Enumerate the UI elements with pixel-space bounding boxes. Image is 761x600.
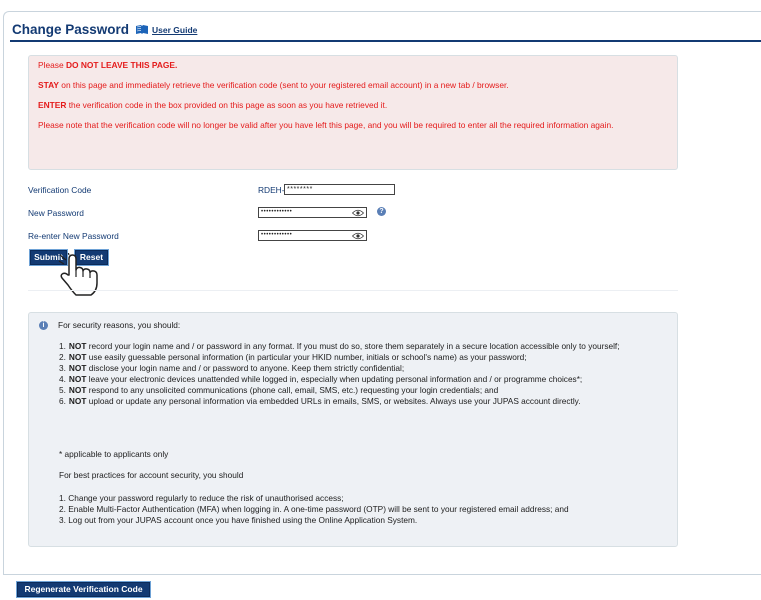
rule-text: NOT leave your electronic devices unatte…: [66, 374, 582, 385]
reenter-password-label: Re-enter New Password: [28, 231, 119, 241]
warning-line-1: Please DO NOT LEAVE THIS PAGE.: [38, 60, 668, 71]
rule-number: 3.: [59, 363, 66, 373]
rule-number: 6.: [59, 396, 66, 406]
new-password-label: New Password: [28, 208, 84, 218]
security-intro: For security reasons, you should:: [58, 320, 181, 330]
warning-box: Please DO NOT LEAVE THIS PAGE. STAY on t…: [28, 55, 678, 170]
best-practices-intro: For best practices for account security,…: [59, 470, 244, 480]
best-practice-item: 1. Change your password regularly to red…: [59, 493, 344, 503]
security-rule: 2. NOT use easily guessable personal info…: [59, 352, 671, 363]
rule-bold: NOT: [68, 341, 87, 351]
rule-bold: NOT: [68, 396, 87, 406]
security-rule: 3. NOT disclose your login name and / or …: [59, 363, 671, 374]
pointer-hand-icon: [58, 253, 98, 296]
warning-line-3-bold: ENTER: [38, 100, 67, 110]
verification-code-label: Verification Code: [28, 185, 92, 195]
rule-bold: NOT: [68, 363, 87, 373]
rule-text: NOT upload or update any personal inform…: [66, 396, 581, 407]
book-icon[interactable]: [135, 24, 149, 35]
rule-bold: NOT: [68, 374, 87, 384]
security-rules-list: 1. NOT record your login name and / or pa…: [59, 341, 671, 407]
rule-text: NOT record your login name and / or pass…: [66, 341, 620, 352]
user-guide-link[interactable]: User Guide: [152, 25, 197, 35]
rule-body: use easily guessable personal informatio…: [86, 352, 527, 362]
rule-bold: NOT: [68, 385, 87, 395]
warning-line-1-pre: Please: [38, 60, 66, 70]
new-password-input[interactable]: ••••••••••••: [258, 207, 367, 218]
applicants-note: * applicable to applicants only: [59, 449, 169, 459]
rule-number: 1.: [59, 341, 66, 351]
rule-text: NOT use easily guessable personal inform…: [66, 352, 527, 363]
security-rule: 1. NOT record your login name and / or pa…: [59, 341, 671, 352]
header: Change Password User Guide: [12, 22, 197, 37]
rule-number: 4.: [59, 374, 66, 384]
warning-line-2-text: on this page and immediately retrieve th…: [58, 80, 509, 90]
rule-text: NOT respond to any unsolicited communica…: [66, 385, 498, 396]
warning-line-2: STAY on this page and immediately retrie…: [38, 80, 668, 91]
rule-bold: NOT: [68, 352, 87, 362]
warning-line-2-bold: STAY: [38, 80, 59, 90]
warning-line-4: Please note that the verification code w…: [38, 120, 614, 130]
rule-text: NOT disclose your login name and / or pa…: [66, 363, 404, 374]
show-reenter-password-eye-icon[interactable]: [352, 232, 364, 240]
verification-code-input[interactable]: ********: [284, 184, 395, 195]
section-divider: [28, 290, 678, 291]
reenter-password-input[interactable]: ••••••••••••: [258, 230, 367, 241]
show-password-eye-icon[interactable]: [352, 209, 364, 217]
security-rule: 4. NOT leave your electronic devices unat…: [59, 374, 671, 385]
security-info-box: i For security reasons, you should: 1. NO…: [28, 312, 678, 547]
rule-body: record your login name and / or password…: [86, 341, 620, 351]
rule-body: respond to any unsolicited communication…: [86, 385, 499, 395]
warning-line-3-text: the verification code in the box provide…: [66, 100, 388, 110]
rule-number: 5.: [59, 385, 66, 395]
verification-prefix: RDEH-: [258, 185, 285, 195]
title-underline: [10, 40, 761, 42]
best-practice-item: 2. Enable Multi-Factor Authentication (M…: [59, 504, 569, 514]
best-practices-list: 1. Change your password regularly to red…: [59, 493, 671, 526]
rule-body: leave your electronic devices unattended…: [86, 374, 583, 384]
info-icon: i: [39, 321, 48, 330]
security-rule: 5. NOT respond to any unsolicited communi…: [59, 385, 671, 396]
rule-body: disclose your login name and / or passwo…: [86, 363, 405, 373]
security-rule: 6. NOT upload or update any personal info…: [59, 396, 671, 407]
warning-line-3: ENTER the verification code in the box p…: [38, 100, 668, 111]
page-title: Change Password: [12, 22, 130, 37]
rule-number: 2.: [59, 352, 66, 362]
warning-line-1-bold: DO NOT LEAVE THIS PAGE.: [65, 60, 178, 70]
regenerate-verification-code-button[interactable]: Regenerate Verification Code: [16, 581, 151, 598]
help-icon[interactable]: ?: [377, 207, 386, 216]
rule-body: upload or update any personal informatio…: [86, 396, 581, 406]
best-practice-item: 3. Log out from your JUPAS account once …: [59, 515, 418, 525]
